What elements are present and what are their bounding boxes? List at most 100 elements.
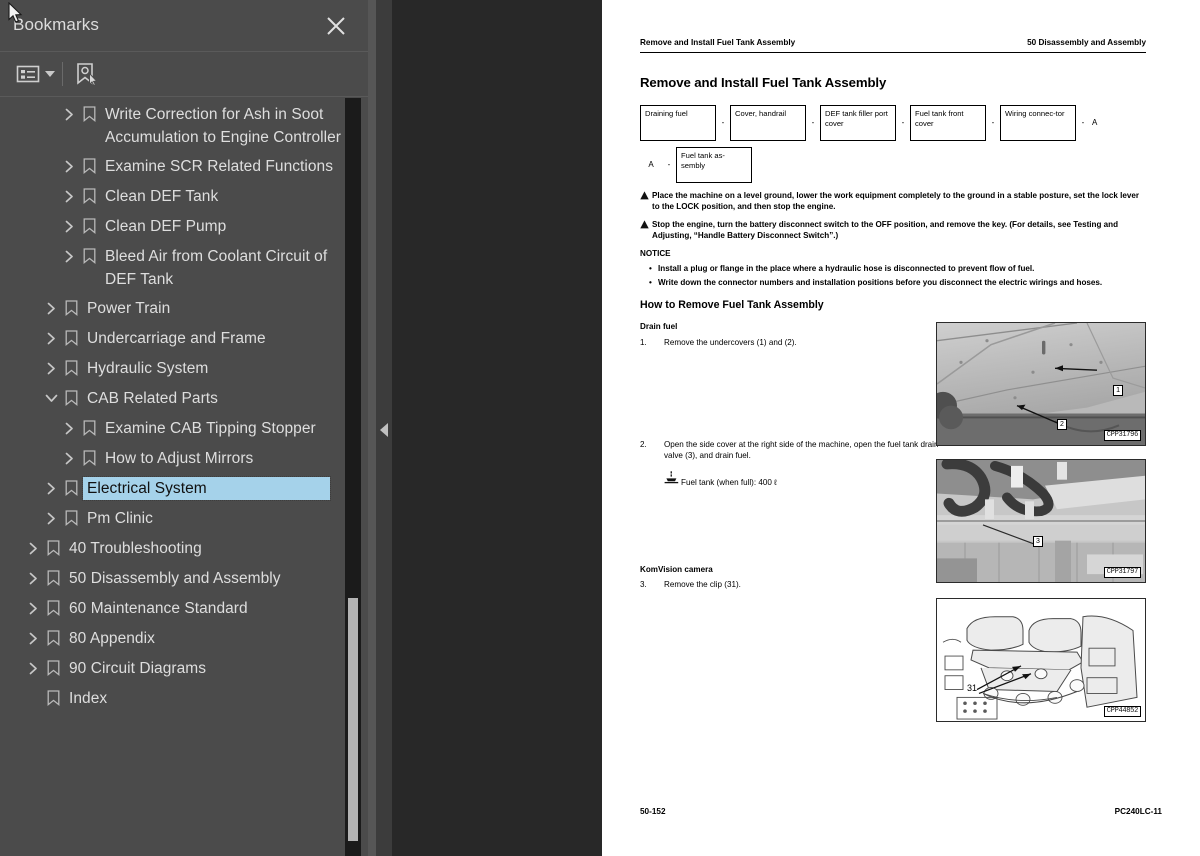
flow-box: Cover, handrail [730,104,806,141]
bookmark-icon [78,417,100,439]
bookmark-icon [42,567,64,589]
figure-komvision-clip: 31 CPP44852 [936,598,1146,723]
chevron-right-icon[interactable] [24,627,42,649]
bookmark-icon [60,507,82,529]
chevron-right-icon[interactable] [42,357,60,379]
page-footer: 50-152 PC240LC-11 [640,807,1162,816]
bookmark-item[interactable]: Undercarriage and Frame [0,324,345,354]
bookmark-item[interactable]: 80 Appendix [0,624,345,654]
chevron-right-icon[interactable] [24,537,42,559]
bookmark-item[interactable]: Index [0,684,345,714]
bookmark-item[interactable]: Clean DEF Tank [0,182,345,212]
chevron-right-icon[interactable] [24,597,42,619]
chevron-right-icon[interactable] [60,447,78,469]
bookmark-item-label: Index [69,690,108,707]
chevron-right-icon[interactable] [42,507,60,529]
step-number: 3. [640,580,647,590]
bookmark-item-label: Hydraulic System [87,360,209,377]
bookmark-item[interactable]: Write Correction for Ash in Soot Accumul… [0,100,345,152]
drain-fuel-block: Drain fuel 1. Remove the undercovers (1)… [640,322,940,348]
figure-code: CPP31797 [1103,566,1141,579]
bookmark-item[interactable]: 60 Maintenance Standard [0,594,345,624]
sub-heading: Drain fuel [640,322,678,332]
chevron-right-icon[interactable] [60,245,78,267]
sidebar-scrollbar-thumb[interactable] [348,598,358,841]
bookmark-item[interactable]: Bleed Air from Coolant Circuit of DEF Ta… [0,242,345,294]
bookmark-item-label: Examine SCR Related Functions [105,158,334,175]
procedure-flow-chart: Draining fuel - Cover, handrail - DEF ta… [640,104,1146,183]
flow-continuation-label: A [1092,117,1098,127]
drain-valve-block: 2. Open the side cover at the right side… [640,439,940,489]
bookmark-icon [78,185,100,207]
warning-text: Place the machine on a level ground, low… [652,190,1140,211]
bookmark-item[interactable]: 90 Circuit Diagrams [0,654,345,684]
bookmark-icon [42,687,64,709]
flow-separator: - [721,117,725,127]
chevron-right-icon[interactable] [24,567,42,589]
chevron-right-icon[interactable] [60,417,78,439]
chevron-right-icon[interactable] [42,297,60,319]
bookmark-item[interactable]: Examine SCR Related Functions [0,152,345,182]
bookmark-item-label: CAB Related Parts [87,390,218,407]
collapse-left-arrow-icon[interactable] [380,423,388,437]
panel-splitter[interactable] [368,0,376,856]
chevron-right-icon[interactable] [60,155,78,177]
bookmark-item[interactable]: Electrical System [0,474,345,504]
bookmarks-toolbar [0,52,368,97]
bookmark-icon [60,387,82,409]
chevron-right-icon[interactable] [60,185,78,207]
chevron-right-icon[interactable] [60,215,78,237]
list-options-icon[interactable] [16,59,55,89]
flow-separator: - [901,117,905,127]
bookmark-item-label: Undercarriage and Frame [87,330,266,347]
notice-item: • Install a plug or flange in the place … [640,263,1146,274]
bookmark-item[interactable]: Power Train [0,294,345,324]
chevron-right-icon[interactable] [60,103,78,125]
bookmark-item[interactable]: Pm Clinic [0,504,345,534]
flow-separator: - [991,117,995,127]
bookmark-item[interactable]: Clean DEF Pump [0,212,345,242]
procedure-column: Drain fuel 1. Remove the undercovers (1)… [640,322,940,590]
warning-triangle-icon [640,190,652,212]
new-bookmark-icon[interactable] [72,59,98,89]
bookmark-item[interactable]: 40 Troubleshooting [0,534,345,564]
bookmark-item-label: Write Correction for Ash in Soot Accumul… [105,106,341,146]
chevron-right-icon[interactable] [24,657,42,679]
bookmark-item-label: Clean DEF Tank [105,188,219,205]
bookmark-icon [60,477,82,499]
flow-box: Fuel tank front cover [910,104,986,141]
section-heading: How to Remove Fuel Tank Assembly [640,299,824,312]
bookmark-item[interactable]: 50 Disassembly and Assembly [0,564,345,594]
procedure-step: 2. Open the side cover at the right side… [640,439,940,461]
close-icon[interactable] [323,13,349,39]
figure-undercovers: 1 2 CPP31796 [936,322,1146,447]
figure-code: CPP44852 [1103,705,1141,718]
bookmark-item[interactable]: Hydraulic System [0,354,345,384]
bookmark-item[interactable]: Examine CAB Tipping Stopper [0,414,345,444]
running-header-left: Remove and Install Fuel Tank Assembly [640,38,796,47]
figure-callout: 2 [1057,419,1067,431]
document-page[interactable]: Remove and Install Fuel Tank Assembly 50… [602,0,1200,856]
bookmark-item-label: 40 Troubleshooting [69,540,202,557]
sub-heading: KomVision camera [640,564,713,574]
bookmark-icon [60,297,82,319]
flow-row-2: A - Fuel tank as-sembly [640,146,1146,183]
bookmark-icon [42,657,64,679]
step-text: Open the side cover at the right side of… [664,439,939,460]
bookmark-item-label: 80 Appendix [69,630,155,647]
chevron-right-icon[interactable] [42,477,60,499]
chevron-down-icon[interactable] [42,387,60,409]
bookmark-item[interactable]: CAB Related Parts [0,384,345,414]
bookmark-icon [42,537,64,559]
figure-callout: 3 [1033,536,1043,548]
figure-callout: 31 [967,683,978,694]
chevron-right-icon[interactable] [42,327,60,349]
bookmark-item[interactable]: How to Adjust Mirrors [0,444,345,474]
step-text: Remove the undercovers (1) and (2). [664,337,797,347]
fill-drain-icon [664,471,679,489]
bookmark-item-label: 90 Circuit Diagrams [69,660,207,677]
bookmark-icon [42,627,64,649]
bookmarks-tree[interactable]: Write Correction for Ash in Soot Accumul… [0,98,345,856]
procedure-step: 3. Remove the clip (31). [640,579,940,590]
bookmark-item-label: 60 Maintenance Standard [69,600,248,617]
